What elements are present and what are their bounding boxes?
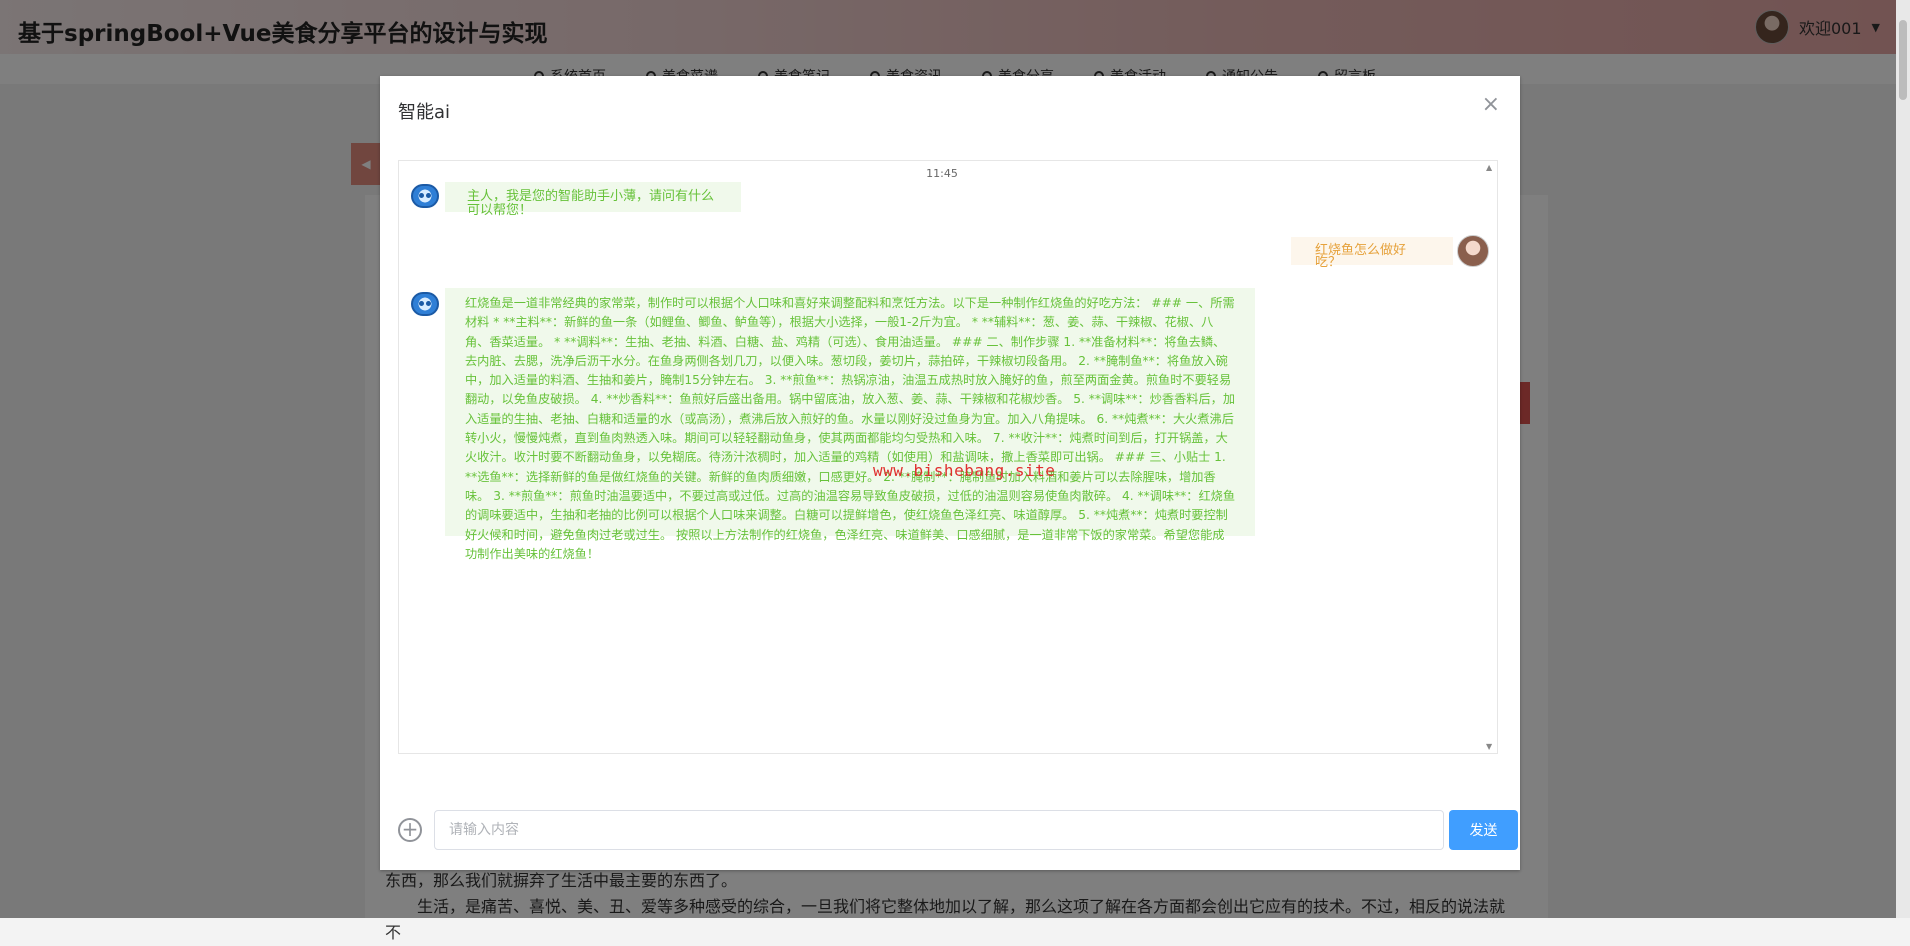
- page-scrollbar[interactable]: [1896, 0, 1910, 918]
- chat-message-bot: 主人，我是您的智能助手小薄，请问有什么可以帮您！: [445, 182, 741, 218]
- message-input[interactable]: [434, 810, 1444, 850]
- scroll-up-icon[interactable]: ▲: [1486, 163, 1492, 172]
- bot-avatar-icon: [411, 292, 439, 316]
- scrollbar-thumb[interactable]: [1899, 20, 1907, 100]
- scroll-down-icon[interactable]: ▼: [1486, 742, 1492, 751]
- bot-avatar-icon: [411, 184, 439, 208]
- close-icon[interactable]: ×: [1482, 92, 1500, 117]
- chat-window[interactable]: 11:45 主人，我是您的智能助手小薄，请问有什么可以帮您！ 红烧鱼怎么做好吃？…: [398, 160, 1498, 754]
- add-attachment-icon[interactable]: +: [398, 818, 422, 842]
- chat-message-bot: 红烧鱼是一道非常经典的家常菜，制作时可以根据个人口味和喜好来调整配料和烹饪方法。…: [445, 288, 1255, 561]
- send-button[interactable]: 发送: [1449, 810, 1518, 850]
- chat-scrollbar[interactable]: ▲ ▼: [1483, 161, 1497, 753]
- watermark-text: www.bishebang.site: [873, 461, 1056, 480]
- chat-timestamp: 11:45: [926, 167, 958, 180]
- ai-dialog: 智能ai × 11:45 主人，我是您的智能助手小薄，请问有什么可以帮您！ 红烧…: [380, 76, 1520, 870]
- input-row: + 发送: [398, 810, 1518, 850]
- chat-message-user: 红烧鱼怎么做好吃？: [1291, 237, 1453, 269]
- dialog-title: 智能ai: [398, 102, 451, 123]
